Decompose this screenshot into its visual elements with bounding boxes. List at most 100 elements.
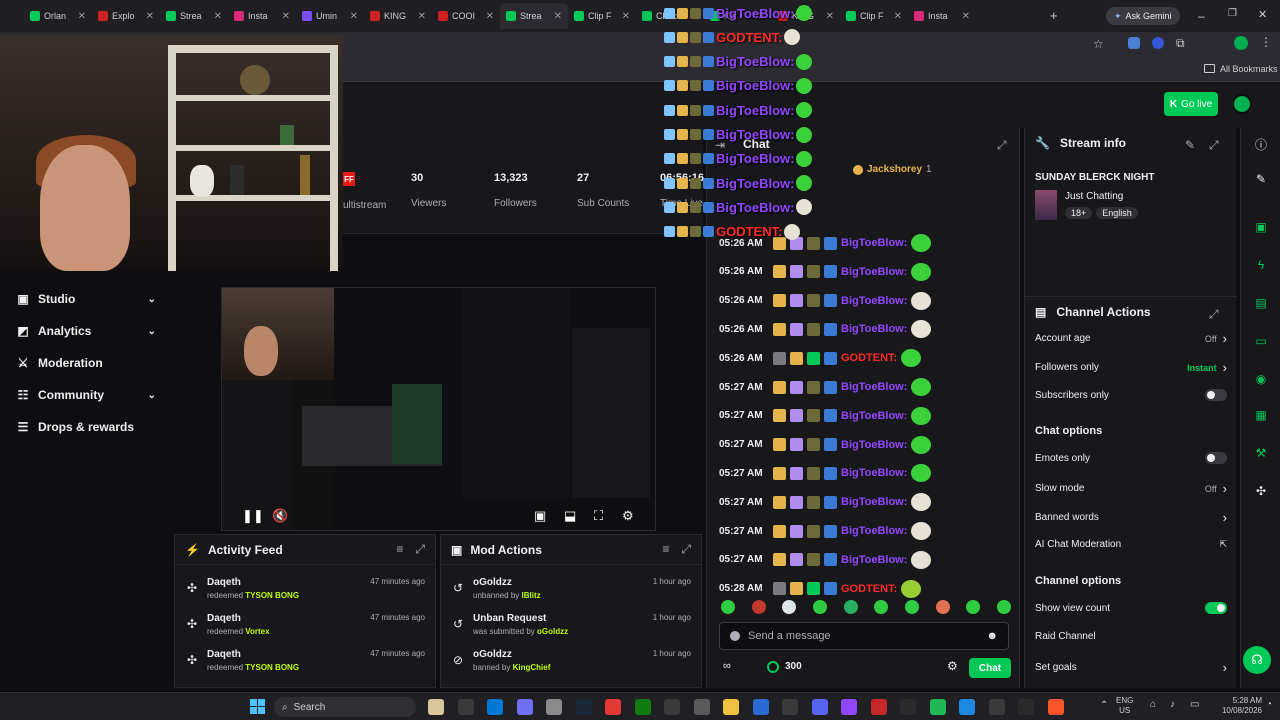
stream-tag[interactable]: 18+ (1065, 207, 1093, 219)
chevron-down-icon[interactable]: ⌄ (148, 294, 156, 305)
chat-message[interactable]: 05:26 AM BigToeBlow: (719, 318, 932, 340)
browser-tab[interactable]: Strea ✕ (160, 3, 228, 29)
quick-emote-icon[interactable] (782, 600, 797, 614)
theater-icon[interactable]: ⬓ (564, 508, 576, 524)
chat-username[interactable]: BigToeBlow: (841, 295, 907, 307)
wrench-action-icon[interactable]: ⚒ (1253, 446, 1269, 462)
notification-bell-icon[interactable]: ◔ (1266, 699, 1272, 710)
setting-control[interactable] (1205, 389, 1227, 401)
mod-action-moderator[interactable]: KingChief (513, 663, 551, 672)
setting-control[interactable]: › (1223, 510, 1227, 525)
tray-chevron-icon[interactable]: ⌃ (1100, 700, 1108, 711)
settings-icon[interactable]: ⚙ (622, 508, 634, 524)
taskbar-app-icon[interactable] (811, 699, 828, 715)
quick-emote-icon[interactable] (904, 600, 919, 614)
chat-bubble-icon[interactable]: ▭ (1253, 334, 1269, 350)
extension-icon[interactable] (1152, 37, 1164, 49)
lightning-action-icon[interactable]: ϟ (1253, 258, 1269, 274)
taskbar-app-icon[interactable] (693, 699, 710, 715)
browser-tab[interactable]: Insta ✕ (908, 3, 976, 29)
all-bookmarks-link[interactable]: All Bookmarks (1220, 64, 1278, 74)
activity-item[interactable]: ✣ Daqeth redeemed Vortex 47 minutes ago (175, 611, 435, 647)
document-icon[interactable]: ▤ (1253, 296, 1269, 312)
chat-username[interactable]: BigToeBlow: (841, 237, 907, 249)
volume-icon[interactable]: ♪ (1170, 699, 1175, 710)
info-icon[interactable]: ⓘ (1253, 136, 1269, 152)
profile-icon[interactable] (1234, 36, 1248, 50)
chat-message[interactable]: 05:27 AM BigToeBlow: (719, 520, 932, 542)
toggle-switch[interactable] (1205, 452, 1227, 464)
setting-control[interactable]: Off › (1205, 481, 1227, 496)
activity-item[interactable]: ✣ Daqeth redeemed TYSON BONG 47 minutes ago (175, 575, 435, 611)
ask-gemini-button[interactable]: ✦ Ask Gemini (1106, 7, 1180, 25)
taskbar-app-icon[interactable] (457, 699, 474, 715)
taskbar-app-icon[interactable] (664, 699, 680, 715)
chat-username[interactable]: BigToeBlow: (841, 323, 907, 335)
puzzle-icon[interactable]: ⧉ (1176, 36, 1185, 51)
close-window-button[interactable]: ✕ (1258, 8, 1267, 21)
activity-user[interactable]: Daqeth (207, 613, 241, 624)
tab-close-icon[interactable]: ✕ (78, 11, 86, 22)
taskbar-app-icon[interactable] (487, 699, 503, 715)
quick-emote-icon[interactable] (935, 600, 950, 614)
taskbar-app-icon[interactable] (575, 699, 592, 715)
chat-send-button[interactable]: Chat (969, 658, 1011, 678)
browser-tab[interactable]: Clip F ✕ (840, 3, 908, 29)
stream-info-popout-icon[interactable]: ⤢ (1209, 138, 1219, 153)
quick-emote-icon[interactable] (751, 600, 766, 614)
tab-close-icon[interactable]: ✕ (146, 11, 154, 22)
quick-emote-icon[interactable] (966, 600, 981, 614)
popout-icon[interactable]: ⤢ (415, 542, 425, 557)
network-icon[interactable]: ⌂ (1150, 699, 1156, 710)
taskbar-app-icon[interactable] (752, 699, 769, 715)
tab-close-icon[interactable]: ✕ (894, 11, 902, 22)
setting-subscribers-only[interactable]: Subscribers only (1035, 389, 1227, 401)
taskbar-app-icon[interactable] (900, 699, 916, 715)
toggle-switch[interactable] (1205, 389, 1227, 401)
go-live-button[interactable]: K Go live (1164, 92, 1218, 116)
clip-action-icon[interactable]: ▣ (1253, 220, 1269, 236)
popout-icon[interactable]: ⤢ (681, 542, 691, 557)
category-name[interactable]: Just Chatting (1065, 191, 1123, 202)
sidebar-item-analytics[interactable]: ◩ Analytics ⌄ (0, 315, 172, 347)
setting-control[interactable] (1205, 452, 1227, 464)
star-icon[interactable]: ☆ (1093, 37, 1104, 51)
chat-input[interactable]: Send a message ☻ (719, 622, 1009, 650)
chat-message[interactable]: 05:27 AM BigToeBlow: (719, 434, 932, 456)
restore-button[interactable]: ❐ (1228, 8, 1237, 19)
fullscreen-icon[interactable]: ⛶ (594, 508, 603, 524)
browser-tab[interactable]: Clip F ✕ (568, 3, 636, 29)
broadcast-icon[interactable]: ◉ (1253, 372, 1269, 388)
emote-picker-icon[interactable]: ☻ (986, 630, 998, 642)
tab-close-icon[interactable]: ✕ (826, 11, 834, 22)
channel-points-count[interactable]: 300 (785, 661, 802, 672)
taskbar-app-icon[interactable] (1047, 699, 1064, 715)
chevron-down-icon[interactable]: ⌄ (148, 326, 156, 337)
mod-action-item[interactable]: ↺ Unban Request was submitted by oGoldzz 1 … (441, 611, 701, 647)
chat-message[interactable]: 05:26 AM BigToeBlow: (719, 290, 932, 312)
mod-action-item[interactable]: ⊘ oGoldzz banned by KingChief 1 hour ago (441, 647, 701, 683)
taskbar-app-icon[interactable] (634, 699, 651, 715)
setting-emotes-only[interactable]: Emotes only (1035, 452, 1227, 464)
chat-username[interactable]: GODTENT: (841, 352, 897, 364)
sidebar-item-moderation[interactable]: ⚔ Moderation (0, 347, 172, 379)
chat-username[interactable]: BigToeBlow: (841, 439, 907, 451)
chat-message[interactable]: 05:28 AM GODTENT: (719, 578, 922, 600)
setting-set-goals[interactable]: Set goals › (1035, 660, 1227, 675)
chat-settings-icon[interactable]: ⚙ (947, 659, 958, 673)
setting-account-age[interactable]: Account age Off › (1035, 331, 1227, 346)
mod-action-subject[interactable]: Unban Request (473, 613, 546, 624)
activity-user[interactable]: Daqeth (207, 649, 241, 660)
taskbar-app-icon[interactable] (605, 699, 621, 715)
mod-action-moderator[interactable]: oGoldzz (537, 627, 568, 636)
taskbar-app-icon[interactable] (870, 699, 887, 715)
browser-tab[interactable]: Explo ✕ (92, 3, 160, 29)
help-button[interactable]: ☊ (1243, 646, 1271, 674)
taskbar-app-icon[interactable] (723, 699, 739, 715)
quick-emote-icon[interactable] (843, 600, 858, 614)
browser-tab[interactable]: COOI ✕ (432, 3, 500, 29)
chat-message[interactable]: 05:27 AM BigToeBlow: (719, 549, 932, 571)
chat-username[interactable]: GODTENT: (841, 583, 897, 595)
stream-preview[interactable]: ❚❚ 🔇 ▣ ⬓ ⛶ ⚙ (221, 287, 656, 531)
battery-icon[interactable]: ▭ (1190, 699, 1199, 710)
